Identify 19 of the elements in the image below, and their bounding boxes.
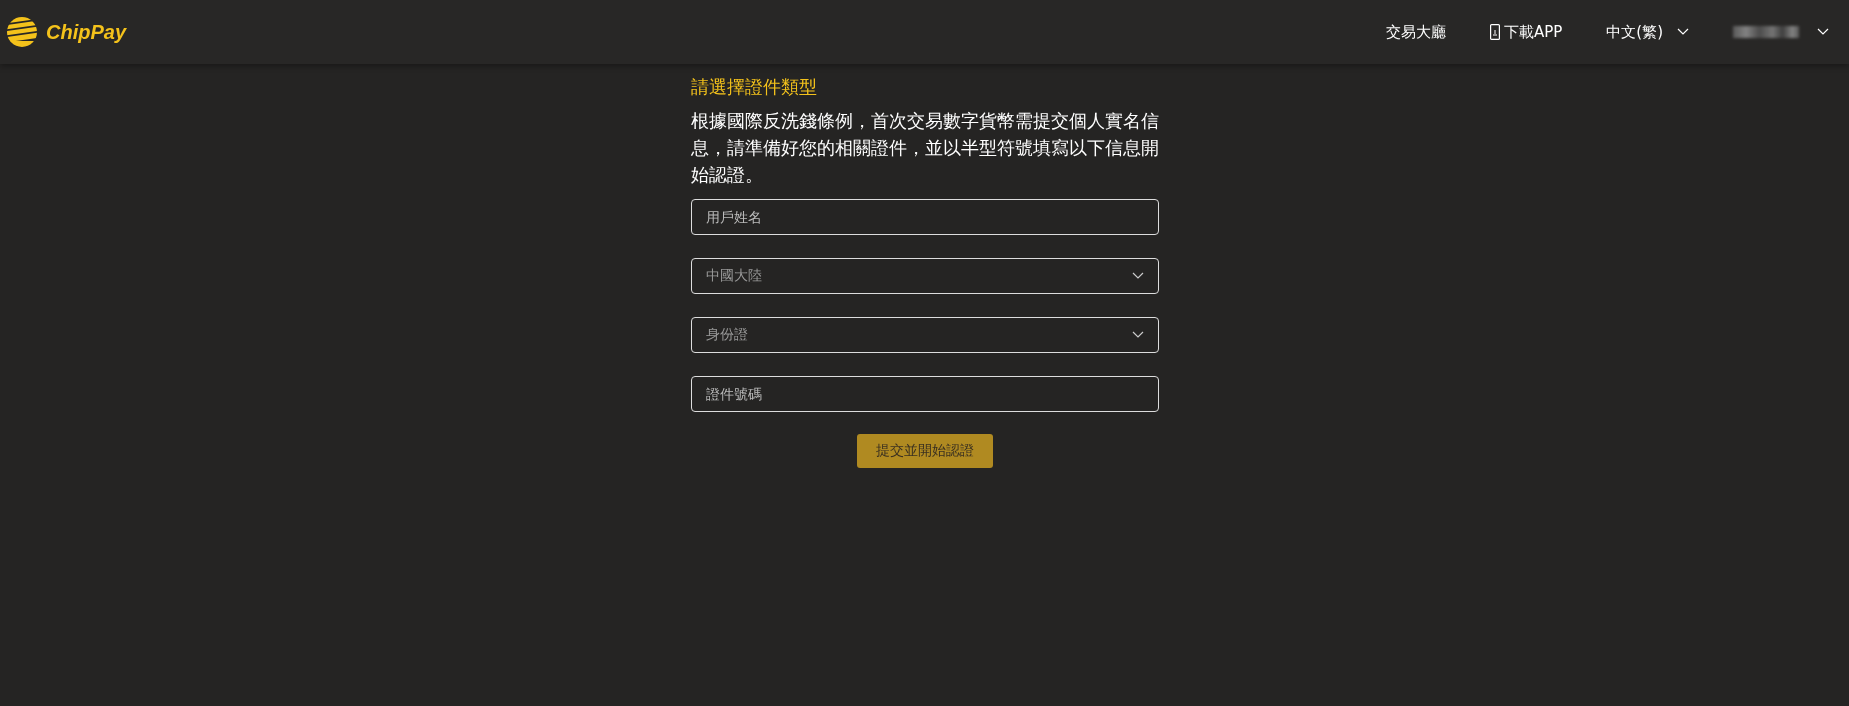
form-title: 請選擇證件類型 [690,75,818,99]
select-field[interactable]: 中國大陸 [690,258,1159,294]
input-field[interactable]: 證件號碼 [690,376,1159,412]
blurred-username-drawing [1733,26,1799,38]
account-dropdown[interactable] [1733,26,1829,38]
download-app-link[interactable]: 下載APP [1489,22,1563,42]
chevron-down-icon [1677,28,1689,36]
submit-button[interactable]: 提交並開始認證 [856,434,993,468]
select-field[interactable]: 身份證 [690,317,1159,353]
nav-link[interactable]: 交易大廳 [1385,22,1446,42]
logo-text: ChipPay [46,20,127,44]
chevron-down-icon [1817,28,1829,36]
chevron-down-icon [1131,272,1144,280]
chevron-down-icon [1131,331,1144,339]
logo-icon [6,16,38,48]
phone-icon [1489,24,1500,40]
description-text: 根據國際反洗錢條例，首次交易數字貨幣需提交個人實名信息，請準備好您的相關證件，並以半型符號填寫以下信息開始認證。 [690,110,1160,187]
language-dropdown[interactable]: 中文(繁) [1606,22,1689,42]
input-field[interactable]: 用戶姓名 [690,199,1159,235]
